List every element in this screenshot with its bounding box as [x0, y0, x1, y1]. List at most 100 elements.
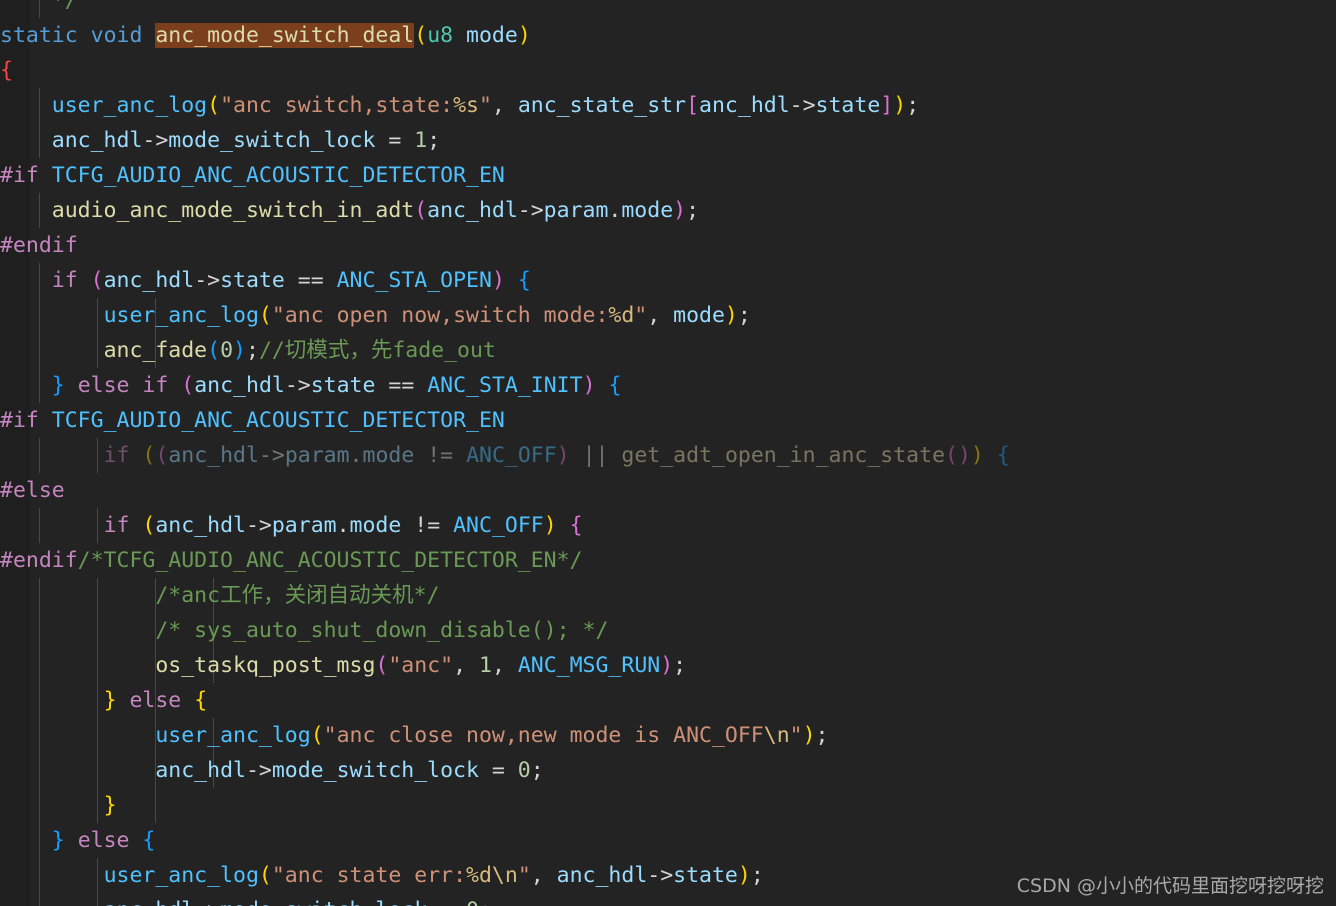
- code-token: %d: [608, 303, 635, 328]
- code-line-text: static void anc_mode_switch_deal(u8 mode…: [0, 23, 531, 48]
- code-line[interactable]: } else {: [0, 823, 1336, 858]
- code-token: ANC_OFF: [453, 513, 544, 538]
- code-token: #if: [0, 163, 39, 188]
- code-token: ): [957, 443, 971, 468]
- code-line[interactable]: os_taskq_post_msg("anc", 1, ANC_MSG_RUN)…: [0, 648, 1336, 683]
- code-line[interactable]: {: [0, 53, 1336, 88]
- code-token: ,: [491, 653, 518, 678]
- code-token: (: [90, 268, 104, 293]
- code-line[interactable]: if (anc_hdl->state == ANC_STA_OPEN) {: [0, 263, 1336, 298]
- code-line[interactable]: } else {: [0, 683, 1336, 718]
- code-line[interactable]: #endif: [0, 228, 1336, 263]
- code-token: ): [582, 373, 596, 398]
- code-editor[interactable]: */ static void anc_mode_switch_deal(u8 mo…: [0, 0, 1336, 906]
- code-token: {: [194, 688, 208, 713]
- code-token: {: [569, 513, 583, 538]
- code-token: ): [802, 723, 816, 748]
- code-line-text: os_taskq_post_msg("anc", 1, ANC_MSG_RUN)…: [0, 653, 686, 678]
- code-line-text: /* sys_auto_shut_down_disable(); */: [0, 618, 608, 643]
- code-line[interactable]: */: [0, 0, 1336, 18]
- csdn-watermark: CSDN @小小的代码里面挖呀挖呀挖: [1016, 875, 1324, 897]
- code-token: =: [427, 898, 466, 906]
- code-token: anc_hdl: [556, 863, 648, 888]
- code-token: =: [478, 758, 518, 783]
- code-token: ): [543, 513, 557, 538]
- code-token: ->: [789, 93, 816, 118]
- code-token: ,: [491, 93, 518, 118]
- code-token: }: [103, 688, 117, 713]
- code-token: anc_hdl: [168, 443, 259, 468]
- code-line[interactable]: anc_hdl->mode_switch_lock = 1;: [0, 123, 1336, 158]
- code-token: (: [142, 443, 156, 468]
- code-line-text: if ((anc_hdl->param.mode != ANC_OFF) || …: [0, 443, 1010, 468]
- code-line[interactable]: #endif/*TCFG_AUDIO_ANC_ACOUSTIC_DETECTOR…: [0, 543, 1336, 578]
- code-line[interactable]: user_anc_log("anc open now,switch mode:%…: [0, 298, 1336, 333]
- code-line[interactable]: user_anc_log("anc close now,new mode is …: [0, 718, 1336, 753]
- code-token: anc_hdl: [51, 128, 143, 153]
- code-line[interactable]: static void anc_mode_switch_deal(u8 mode…: [0, 18, 1336, 53]
- code-token: [: [686, 93, 700, 118]
- code-token: TCFG_AUDIO_ANC_ACOUSTIC_DETECTOR_EN: [51, 408, 505, 433]
- code-line-text: anc_hdl->mode_switch_lock = 0;: [0, 898, 492, 906]
- code-token: ": [789, 723, 803, 748]
- code-token: ->: [142, 128, 169, 153]
- code-token: (: [142, 513, 156, 538]
- code-line[interactable]: #if TCFG_AUDIO_ANC_ACOUSTIC_DETECTOR_EN: [0, 403, 1336, 438]
- code-line-text: } else {: [0, 688, 208, 713]
- code-line[interactable]: if ((anc_hdl->param.mode != ANC_OFF) || …: [0, 438, 1336, 473]
- code-line[interactable]: }: [0, 788, 1336, 823]
- code-token: ->: [517, 198, 544, 223]
- code-token: {: [608, 373, 622, 398]
- code-token: anc_hdl: [104, 898, 195, 906]
- code-token: ;: [673, 653, 687, 678]
- code-line[interactable]: } else if (anc_hdl->state == ANC_STA_INI…: [0, 368, 1336, 403]
- code-token: "anc open now,switch mode:: [271, 303, 609, 328]
- code-line[interactable]: #else: [0, 473, 1336, 508]
- code-token: .: [336, 513, 350, 538]
- code-token: ): [556, 443, 570, 468]
- code-line[interactable]: audio_anc_mode_switch_in_adt(anc_hdl->pa…: [0, 193, 1336, 228]
- code-content[interactable]: */ static void anc_mode_switch_deal(u8 mo…: [0, 0, 1336, 906]
- code-token: ==: [375, 373, 428, 398]
- code-token: ): [517, 23, 531, 48]
- code-line[interactable]: anc_fade(0);//切模式，先fade_out: [0, 333, 1336, 368]
- code-line[interactable]: /* sys_auto_shut_down_disable(); */: [0, 613, 1336, 648]
- code-token: "anc": [388, 653, 454, 678]
- code-line-text: #endif/*TCFG_AUDIO_ANC_ACOUSTIC_DETECTOR…: [0, 548, 583, 573]
- code-token: ||: [569, 443, 622, 468]
- code-line[interactable]: #if TCFG_AUDIO_ANC_ACOUSTIC_DETECTOR_EN: [0, 158, 1336, 193]
- code-token: (: [181, 373, 195, 398]
- code-token: ): [737, 863, 751, 888]
- code-token: state: [815, 93, 881, 118]
- code-line[interactable]: /*anc工作，关闭自动关机*/: [0, 578, 1336, 613]
- code-token: ,: [530, 863, 557, 888]
- code-token: user_anc_log: [51, 93, 208, 118]
- code-token: /* sys_auto_shut_down_disable(); */: [155, 618, 609, 643]
- code-token: state: [220, 268, 285, 293]
- code-token: #endif: [0, 548, 78, 573]
- code-token: {: [517, 268, 531, 293]
- code-token: ->: [245, 513, 272, 538]
- code-token: ): [660, 653, 674, 678]
- code-line[interactable]: anc_hdl->mode_switch_lock = 0;: [0, 753, 1336, 788]
- code-line[interactable]: if (anc_hdl->param.mode != ANC_OFF) {: [0, 508, 1336, 543]
- code-line[interactable]: user_anc_log("anc switch,state:%s", anc_…: [0, 88, 1336, 123]
- code-token: if: [142, 373, 169, 398]
- code-token: ): [724, 303, 738, 328]
- code-token: \n: [763, 723, 790, 748]
- code-token: mode: [673, 303, 725, 328]
